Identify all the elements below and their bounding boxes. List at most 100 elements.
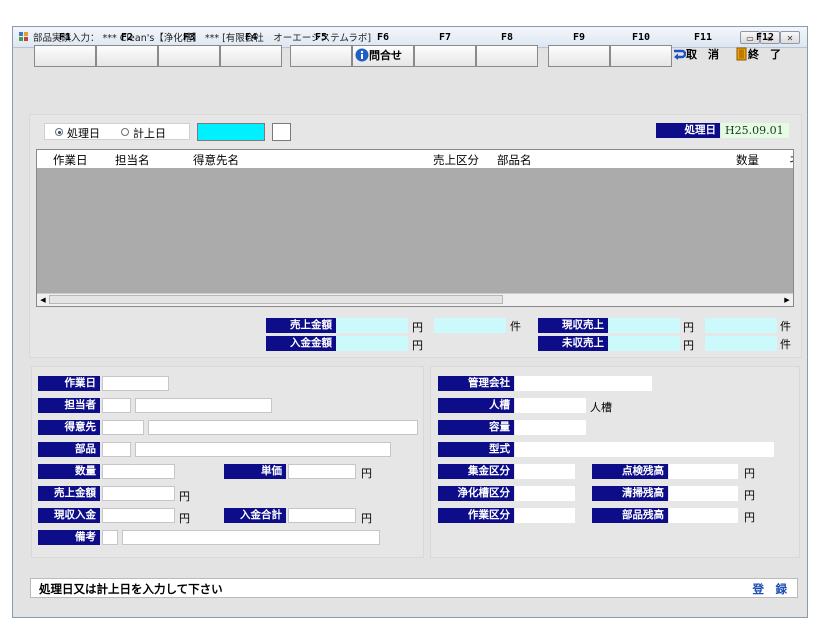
model-label: 型式 [438,442,514,457]
cancel-button[interactable]: 取 消 [672,45,734,67]
register-button[interactable]: 登 録 [753,581,788,597]
exit-door-icon [736,47,747,61]
f1-button[interactable] [34,45,96,67]
fkey-f9: F9 [548,32,610,70]
yen-unit: 円 [361,512,372,525]
f8-button[interactable] [476,45,538,67]
col-sales-type[interactable]: 売上区分 [433,152,479,168]
inquiry-label: 問合せ [369,49,402,62]
uncollected-sales-value [608,336,680,351]
exit-label: 終 了 [748,48,781,61]
unit-price-input[interactable] [288,464,356,479]
results-grid[interactable]: 作業日 担当名 得意先名 売上区分 部品名 数量 ネ ◀ ▶ [36,149,794,307]
radio-posting[interactable] [121,128,129,136]
fkey-f4: F4 [220,32,282,70]
fkey-f2: F2 [96,32,158,70]
f7-button[interactable] [414,45,476,67]
scroll-right-icon[interactable]: ▶ [782,295,792,305]
inspection-balance-field [669,464,738,479]
col-quantity[interactable]: 数量 [736,152,759,168]
fkey-label: F5 [314,32,328,43]
f3-button[interactable] [158,45,220,67]
radio-processing[interactable] [55,128,63,136]
f5-button[interactable] [290,45,352,67]
fkey-label: F1 [58,32,72,43]
yen-unit: 円 [744,511,755,524]
capacity-people-field [515,398,586,413]
f4-button[interactable] [220,45,282,67]
scroll-left-icon[interactable]: ◀ [38,295,48,305]
quantity-input[interactable] [102,464,175,479]
cancel-label: 取 消 [686,48,719,61]
fkey-label: F3 [182,32,196,43]
status-message: 処理日又は計上日を入力して下さい [39,582,223,596]
capacity-people-label: 人槽 [438,398,514,413]
date-suffix-input[interactable] [272,123,291,141]
yen-unit: 円 [744,489,755,502]
info-panel [430,366,800,558]
fkey-label: F8 [500,32,514,43]
col-work-date[interactable]: 作業日 [53,152,88,168]
deposit-amount-label: 入金金額 [266,336,336,351]
part-label: 部品 [38,442,100,457]
customer-code-input[interactable] [102,420,144,435]
person-code-input[interactable] [102,398,131,413]
horizontal-scrollbar[interactable]: ◀ ▶ [37,293,793,306]
f10-button[interactable] [610,45,672,67]
col-person[interactable]: 担当名 [115,152,150,168]
f2-button[interactable] [96,45,158,67]
sales-amount-label: 売上金額 [266,318,336,333]
app-icon [19,32,28,41]
parts-balance-label: 部品残高 [592,508,668,523]
fkey-f11: F11 取 消 [672,32,734,70]
cash-deposit-input[interactable] [102,508,175,523]
status-bar: 処理日又は計上日を入力して下さい 登 録 [30,578,798,598]
sales-count-value [434,318,506,333]
remarks-input[interactable] [122,530,380,545]
work-type-field [515,508,575,523]
fkey-f1: F1 [34,32,96,70]
radio-posting-label: 計上日 [133,127,166,140]
work-date-input[interactable] [102,376,169,391]
management-company-label: 管理会社 [438,376,514,391]
yen-unit: 円 [361,467,372,480]
yen-unit: 円 [683,339,694,352]
f9-button[interactable] [548,45,610,67]
col-extra[interactable]: ネ [789,152,793,168]
fkey-label: F4 [244,32,258,43]
count-unit: 件 [780,338,791,351]
exit-button[interactable]: 終 了 [734,45,796,67]
sales-amount-form-label: 売上金額 [38,486,100,501]
yen-unit: 円 [744,467,755,480]
processing-date-value: H25.09.01 [721,123,789,138]
scroll-thumb[interactable] [49,295,503,304]
count-unit: 件 [780,320,791,333]
date-type-selector: 処理日 計上日 [44,123,190,140]
fkey-f10: F10 [610,32,672,70]
person-name-field [135,398,272,413]
date-input[interactable] [197,123,265,141]
cash-sales-label: 現収売上 [538,318,608,333]
fkey-label: F10 [631,32,651,43]
uncollected-count [705,336,777,351]
cash-deposit-label: 現収入金 [38,508,100,523]
cleaning-balance-field [669,486,738,501]
processing-date-label: 処理日 [656,123,720,138]
parts-balance-field [669,508,738,523]
customer-name-field [148,420,418,435]
fkey-f3: F3 [158,32,220,70]
radio-processing-label: 処理日 [67,127,100,140]
inquiry-button[interactable]: 問合せ [352,45,414,67]
part-code-input[interactable] [102,442,131,457]
col-customer[interactable]: 得意先名 [193,152,239,168]
fkey-f12: F12 終 了 [734,32,796,70]
fkey-label: F9 [572,32,586,43]
volume-label: 容量 [438,420,514,435]
capacity-people-unit: 人槽 [590,401,612,414]
volume-field [515,420,586,435]
col-part-name[interactable]: 部品名 [497,152,532,168]
management-company-field [515,376,652,391]
remarks-code-input[interactable] [102,530,118,545]
person-label: 担当者 [38,398,100,413]
sales-amount-input[interactable] [102,486,175,501]
